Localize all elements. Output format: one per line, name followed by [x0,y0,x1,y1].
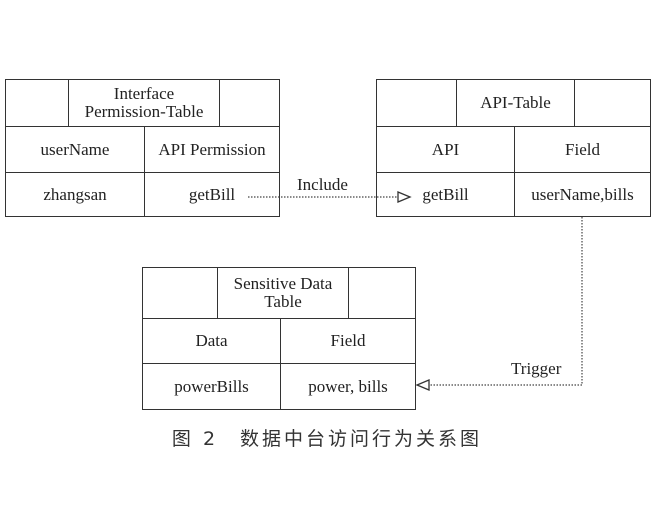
include-label: Include [297,175,348,194]
trigger-label: Trigger [511,359,562,378]
include-arrowhead-icon [397,191,412,203]
figure-caption: 图 2 数据中台访问行为关系图 [171,428,483,450]
trigger-arrowhead-icon [415,379,430,391]
